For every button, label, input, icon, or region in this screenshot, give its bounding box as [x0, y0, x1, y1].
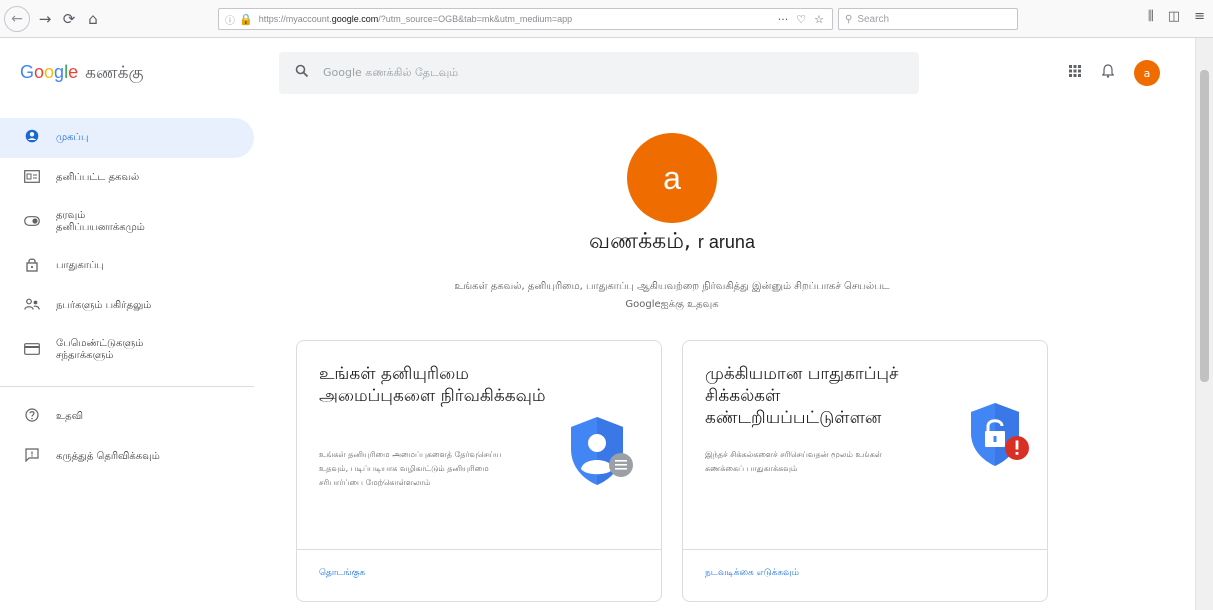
notifications-bell-icon[interactable]: [1101, 64, 1115, 82]
sidebar-item-security[interactable]: பாதுகாப்பு: [0, 246, 254, 286]
security-issues-card[interactable]: முக்கியமான பாதுகாப்புச் சிக்கல்கள் கண்டற…: [682, 340, 1048, 602]
sidebar-item-home[interactable]: முகப்பு: [0, 118, 254, 158]
ellipsis-icon[interactable]: ···: [778, 13, 789, 26]
nav-buttons: ← → ⟳ ⌂: [4, 5, 104, 32]
google-account-logo[interactable]: Google கணக்கு: [20, 62, 143, 85]
credit-card-icon: [22, 342, 42, 358]
logo-letter: o: [44, 62, 55, 82]
sidebar-item-label: உதவி: [56, 411, 83, 422]
reload-button[interactable]: ⟳: [58, 8, 80, 30]
sidebar-item-feedback[interactable]: கருத்துத் தெரிவிக்கவும்: [0, 437, 254, 477]
security-alert-shield-icon: [967, 399, 1043, 483]
back-button[interactable]: ←: [4, 5, 30, 32]
subtext-line2: Googleஐக்கு உதவுக: [625, 299, 719, 310]
sidebar-nav: முகப்பு தனிப்பட்ட தகவல் தரவும் தனிப்பயனா…: [0, 118, 262, 477]
card-description: உங்கள் தனியுரிமை அமைப்புகளைத் தேர்வுசெய்…: [319, 450, 502, 487]
sidebar-item-label: கருத்துத் தெரிவிக்கவும்: [56, 451, 160, 462]
card-title: உங்கள் தனியுரிமை அமைப்புகளை நிர்வகிக்கவு…: [319, 364, 546, 406]
people-icon: [22, 298, 42, 315]
sidebar-divider: [0, 386, 254, 387]
sidebar-item-label-line2: தனிப்பயனாக்கமும்: [56, 222, 145, 233]
privacy-card[interactable]: உங்கள் தனியுரிமை அமைப்புகளை நிர்வகிக்கவு…: [296, 340, 662, 602]
sidebar-item-people-sharing[interactable]: நபர்களும் பகிர்தலும்: [0, 286, 254, 326]
profile-avatar[interactable]: a: [627, 133, 717, 223]
logo-letter: o: [34, 62, 45, 82]
apps-grid-icon[interactable]: [1068, 64, 1082, 82]
home-button[interactable]: ⌂: [82, 8, 104, 30]
account-circle-icon: [22, 129, 42, 147]
library-icon[interactable]: ⫼: [1148, 9, 1154, 24]
logo-letter: e: [68, 62, 79, 82]
sidebar-item-label-line1: தரவும்: [56, 210, 86, 221]
sidebar-item-label: தனிப்பட்ட தகவல்: [56, 172, 140, 183]
page-scrollbar[interactable]: [1195, 38, 1213, 610]
card-title: முக்கியமான பாதுகாப்புச் சிக்கல்கள் கண்டற…: [705, 364, 899, 428]
product-name: கணக்கு: [85, 63, 144, 82]
search-icon: ⚲: [845, 13, 853, 25]
scrollbar-thumb[interactable]: [1200, 70, 1209, 382]
toggle-icon: [22, 215, 42, 229]
user-name: r aruna: [697, 232, 755, 252]
sidebar-item-label: பாதுகாப்பு: [56, 260, 104, 271]
sidebar-item-label: நபர்களும் பகிர்தலும்: [56, 300, 152, 311]
logo-letter: g: [54, 62, 65, 82]
sidebar-item-payments[interactable]: பேமெண்ட்டுகளும் சந்தாக்களும்: [0, 326, 254, 374]
welcome-subtext: உங்கள் தகவல், தனியுரிமை, பாதுகாப்பு ஆகிய…: [292, 278, 1052, 314]
lock-icon: 🔒: [239, 12, 253, 26]
forward-button[interactable]: →: [34, 8, 56, 30]
sidebar-item-label-line2: சந்தாக்களும்: [56, 350, 114, 361]
info-icon[interactable]: ⓘ: [225, 12, 235, 27]
sidebar-item-label-line1: பேமெண்ட்டுகளும்: [56, 338, 144, 349]
pocket-icon[interactable]: ♡: [796, 13, 806, 26]
bookmark-star-icon[interactable]: ☆: [814, 13, 824, 26]
account-search[interactable]: Google கணக்கில் தேடவும்: [279, 52, 919, 94]
greeting-text: வணக்கம்,: [589, 229, 698, 254]
card-footer: தொடங்குக: [297, 549, 661, 601]
browser-search-placeholder: Search: [857, 13, 890, 25]
browser-search-box[interactable]: ⚲ Search: [838, 8, 1018, 30]
sidebar-item-help[interactable]: உதவி: [0, 397, 254, 437]
feedback-icon: [22, 448, 42, 466]
search-icon: [295, 64, 309, 82]
sidebar-toggle-icon[interactable]: ◫: [1168, 9, 1180, 24]
privacy-shield-icon: [565, 413, 645, 497]
logo-letter: G: [20, 62, 35, 82]
app-header: Google கணக்கு Google கணக்கில் தேடவும் a: [0, 38, 1195, 108]
search-placeholder: Google கணக்கில் தேடவும்: [323, 65, 459, 79]
sidebar-item-label: முகப்பு: [56, 132, 89, 143]
take-action-link[interactable]: நடவடிக்கை எடுக்கவும்: [705, 568, 799, 579]
get-started-link[interactable]: தொடங்குக: [319, 568, 365, 579]
url-bar[interactable]: ⓘ 🔒 https://myaccount.google.com/?utm_so…: [218, 8, 833, 30]
help-icon: [22, 408, 42, 426]
card-description: இந்தச் சிக்கல்களைச் சரிசெய்வதன் மூலம் உங…: [705, 450, 883, 473]
url-text[interactable]: https://myaccount.google.com/?utm_source…: [259, 14, 778, 24]
card-footer: நடவடிக்கை எடுக்கவும்: [683, 549, 1047, 601]
sidebar-item-personal-info[interactable]: தனிப்பட்ட தகவல்: [0, 158, 254, 198]
sidebar-item-data-personalization[interactable]: தரவும் தனிப்பயனாக்கமும்: [0, 198, 254, 246]
menu-icon[interactable]: ≡: [1194, 9, 1205, 24]
lock-icon: [22, 257, 42, 276]
id-card-icon: [22, 169, 42, 187]
browser-toolbar: ← → ⟳ ⌂ ⓘ 🔒 https://myaccount.google.com…: [0, 0, 1213, 38]
subtext-line1: உங்கள் தகவல், தனியுரிமை, பாதுகாப்பு ஆகிய…: [454, 281, 890, 292]
greeting-heading: வணக்கம், r aruna: [262, 229, 1082, 257]
account-avatar[interactable]: a: [1134, 60, 1160, 86]
main-content: a வணக்கம், r aruna உங்கள் தகவல், தனியுரி…: [262, 108, 1192, 610]
